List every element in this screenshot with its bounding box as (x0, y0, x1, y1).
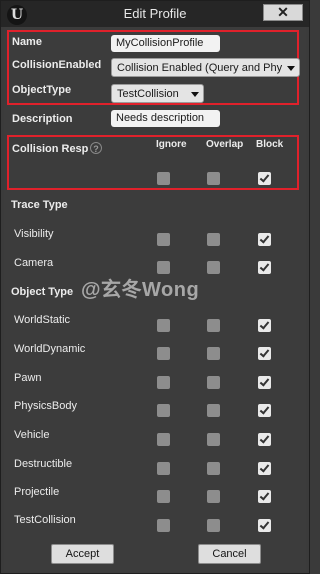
object-row-label: Pawn (14, 372, 42, 384)
name-field[interactable]: MyCollisionProfile (111, 35, 220, 52)
column-ignore: Ignore (156, 139, 187, 150)
trace-row-block-checkbox[interactable] (258, 233, 271, 246)
object-row-label: WorldStatic (14, 314, 71, 326)
object-row-label: TestCollision (14, 514, 76, 526)
object-row-overlap-checkbox[interactable] (207, 347, 220, 360)
object-row-label: PhysicsBody (14, 400, 77, 412)
object-row-label: Projectile (14, 486, 60, 498)
trace-row-block-checkbox[interactable] (258, 261, 271, 274)
trace-row-overlap-checkbox[interactable] (207, 233, 220, 246)
object-row-overlap-checkbox[interactable] (207, 490, 220, 503)
object-type-value: TestCollision (117, 88, 179, 100)
collision-enabled-dropdown[interactable]: Collision Enabled (Query and Phy (111, 58, 300, 77)
object-row-ignore-checkbox[interactable] (157, 376, 170, 389)
collision-enabled-value: Collision Enabled (Query and Phy (117, 62, 283, 74)
object-row-block-checkbox[interactable] (258, 490, 271, 503)
close-button[interactable]: ✕ (263, 4, 303, 21)
title-bar[interactable]: U Edit Profile ✕ (1, 1, 309, 27)
object-row-ignore-checkbox[interactable] (157, 490, 170, 503)
object-row-ignore-checkbox[interactable] (157, 433, 170, 446)
object-row-block-checkbox[interactable] (258, 404, 271, 417)
object-row-overlap-checkbox[interactable] (207, 376, 220, 389)
object-type-heading: Object Type (11, 286, 74, 298)
object-row-label: WorldDynamic (14, 343, 86, 355)
trace-row-overlap-checkbox[interactable] (207, 261, 220, 274)
object-row-block-checkbox[interactable] (258, 319, 271, 332)
watermark-text: @玄冬Wong (81, 279, 200, 301)
cancel-button[interactable]: Cancel (198, 544, 261, 564)
object-row-label: Vehicle (14, 429, 50, 441)
object-row-overlap-checkbox[interactable] (207, 319, 220, 332)
name-label: Name (12, 36, 42, 48)
object-type-dropdown[interactable]: TestCollision (111, 84, 204, 103)
object-row-overlap-checkbox[interactable] (207, 433, 220, 446)
trace-type-heading: Trace Type (11, 199, 68, 211)
description-label: Description (12, 113, 73, 125)
help-icon[interactable]: ? (90, 142, 102, 154)
collision-response-label: Collision Resp (12, 143, 89, 155)
object-row-label: Destructible (14, 458, 73, 470)
trace-row-label: Visibility (14, 228, 54, 240)
object-row-block-checkbox[interactable] (258, 519, 271, 532)
chevron-down-icon (191, 92, 199, 97)
accept-button[interactable]: Accept (51, 544, 114, 564)
all-ignore-checkbox[interactable] (157, 172, 170, 185)
object-row-ignore-checkbox[interactable] (157, 347, 170, 360)
collision-enabled-label: CollisionEnabled (12, 59, 102, 71)
description-field[interactable]: Needs description (111, 110, 220, 127)
chevron-down-icon (287, 66, 295, 71)
object-row-overlap-checkbox[interactable] (207, 462, 220, 475)
object-row-ignore-checkbox[interactable] (157, 519, 170, 532)
object-row-block-checkbox[interactable] (258, 433, 271, 446)
trace-row-label: Camera (14, 257, 54, 269)
object-row-block-checkbox[interactable] (258, 462, 271, 475)
object-row-block-checkbox[interactable] (258, 347, 271, 360)
all-block-checkbox[interactable] (258, 172, 271, 185)
object-row-ignore-checkbox[interactable] (157, 462, 170, 475)
edit-profile-dialog: U Edit Profile ✕ Name MyCollisionProfile… (0, 0, 310, 574)
object-row-overlap-checkbox[interactable] (207, 404, 220, 417)
object-row-overlap-checkbox[interactable] (207, 519, 220, 532)
all-overlap-checkbox[interactable] (207, 172, 220, 185)
trace-row-ignore-checkbox[interactable] (157, 233, 170, 246)
object-row-ignore-checkbox[interactable] (157, 404, 170, 417)
object-type-label: ObjectType (12, 84, 72, 96)
object-row-ignore-checkbox[interactable] (157, 319, 170, 332)
object-row-block-checkbox[interactable] (258, 376, 271, 389)
column-block: Block (256, 139, 284, 150)
column-overlap: Overlap (206, 139, 244, 150)
